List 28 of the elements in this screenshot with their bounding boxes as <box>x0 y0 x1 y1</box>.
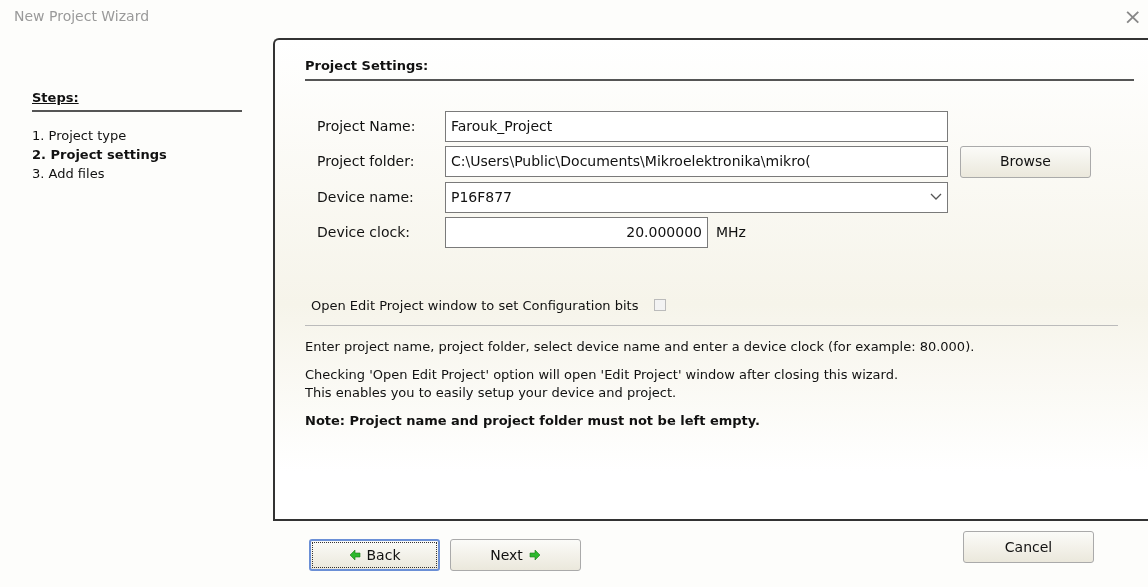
help-text: Checking 'Open Edit Project' option will open 'Edit Project' window after closing this wizard. This enables you to easily setup your device and project. <box>305 366 900 402</box>
left-arrow-icon <box>348 549 361 561</box>
window-title: New Project Wizard <box>14 7 150 26</box>
close-icon[interactable]: × <box>1123 6 1142 28</box>
cancel-button[interactable]: Cancel <box>963 531 1094 563</box>
input-field[interactable]: Farouk_Project <box>445 110 948 142</box>
browse-button[interactable]: Browse <box>960 145 1091 178</box>
back-button[interactable]: Back <box>309 539 440 571</box>
option-label: Open Edit Project window to set Configuration bits <box>311 296 639 315</box>
field-label: Device name: <box>316 187 415 207</box>
field-label: Device clock: <box>316 222 411 242</box>
field-label: Project Name: <box>316 116 417 136</box>
device-dropdown[interactable]: P16F877 <box>445 181 948 213</box>
right-arrow-icon <box>528 549 541 561</box>
step-item: 1. Project type <box>32 126 128 145</box>
steps-heading: Steps: <box>32 88 242 112</box>
step-item: 2. Project settings <box>32 145 168 164</box>
step-item: 3. Add files <box>32 164 106 183</box>
unit-label: MHz <box>716 222 746 242</box>
checkbox[interactable] <box>654 299 667 312</box>
input-field[interactable]: 20.000000 <box>445 216 708 248</box>
next-button[interactable]: Next <box>450 539 581 571</box>
field-label: Project folder: <box>316 152 416 171</box>
panel-heading: Project Settings: <box>305 56 1134 81</box>
input-field[interactable]: C:\Users\Public\Documents\Mikroelektronika\mikro( <box>445 146 948 177</box>
help-text: Enter project name, project folder, select device name and enter a device clock (for example: 80.000). <box>305 338 976 356</box>
chevron-down-icon <box>930 193 942 201</box>
note-text: Note: Project name and project folder must not be left empty. <box>305 412 762 430</box>
